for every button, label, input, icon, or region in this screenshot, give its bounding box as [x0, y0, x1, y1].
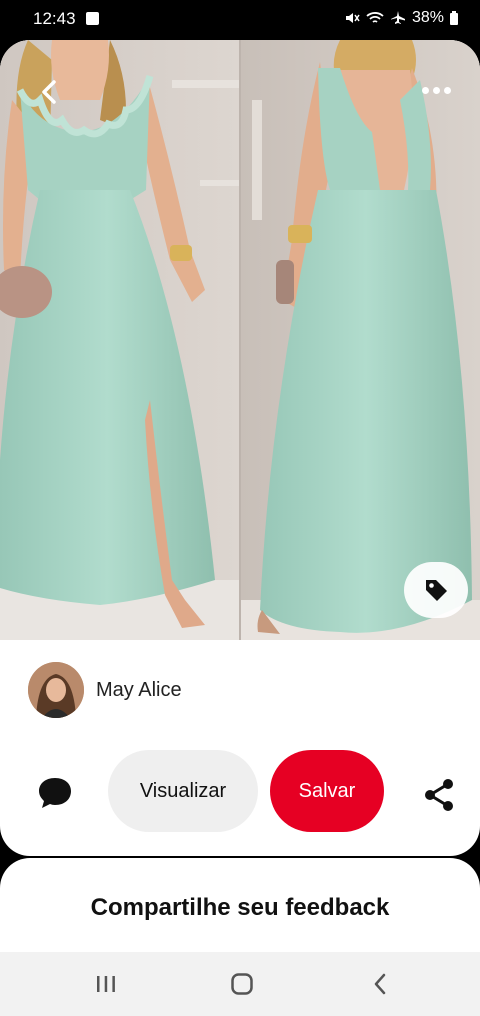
pin-image[interactable] — [0, 40, 480, 640]
status-time: 12:43 — [33, 9, 76, 28]
back-button[interactable] — [30, 72, 70, 112]
pin-card: May Alice Visualizar Salvar — [0, 40, 480, 856]
mute-icon — [345, 13, 360, 23]
author-name[interactable]: May Alice — [96, 679, 182, 702]
recents-button[interactable] — [86, 970, 126, 998]
system-nav-bar — [0, 952, 480, 1016]
airplane-icon — [390, 11, 405, 24]
more-icon — [421, 86, 429, 94]
pin-author[interactable]: May Alice — [28, 662, 182, 718]
nav-back-icon — [374, 973, 386, 995]
home-icon — [231, 973, 253, 995]
comment-button[interactable] — [36, 774, 74, 812]
battery-icon — [450, 11, 458, 25]
more-icon-dot — [432, 86, 440, 94]
save-button[interactable]: Salvar — [270, 750, 384, 832]
wifi-icon — [366, 12, 384, 23]
nav-back-button[interactable] — [360, 970, 400, 998]
share-icon — [425, 779, 453, 811]
shop-tag-button[interactable] — [404, 562, 468, 618]
share-button[interactable] — [420, 775, 460, 815]
home-button[interactable] — [222, 970, 262, 998]
feedback-card: Compartilhe seu feedback — [0, 858, 480, 958]
tag-icon — [426, 580, 447, 601]
more-options-button[interactable] — [416, 78, 456, 102]
comment-icon — [39, 778, 71, 808]
battery-level: 38% — [411, 9, 444, 26]
status-indicators: 38% — [344, 9, 458, 27]
status-bar: 12:43 38% — [0, 0, 480, 38]
back-icon — [42, 80, 56, 104]
more-icon-dot — [443, 86, 451, 94]
recents-icon — [97, 976, 115, 992]
avatar[interactable] — [28, 662, 84, 718]
pin-actions: Visualizar Salvar — [0, 750, 480, 832]
visualize-button[interactable]: Visualizar — [108, 750, 258, 832]
feedback-title: Compartilhe seu feedback — [90, 894, 390, 921]
gallery-notification-icon — [86, 12, 99, 25]
